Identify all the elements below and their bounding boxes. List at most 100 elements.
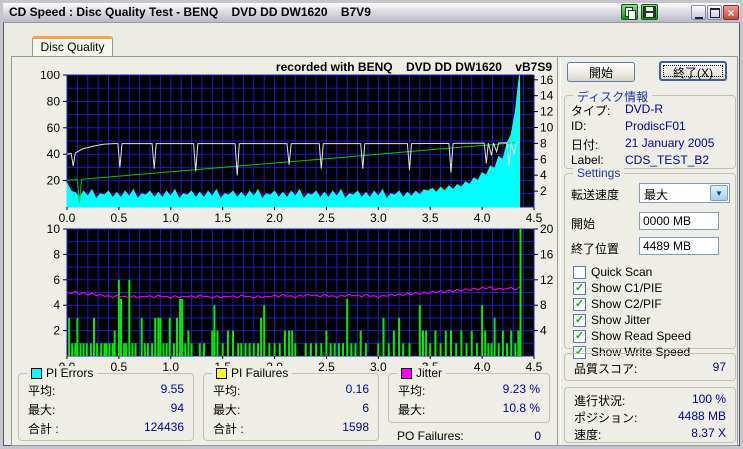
quality-score-row: 品質スコア: 97: [574, 360, 726, 377]
copy-button[interactable]: [621, 4, 638, 20]
speed-selected-value: 最大: [644, 188, 669, 202]
pi-failures-chart: 0.00.51.01.52.02.53.03.54.04.51086422016…: [47, 222, 554, 371]
svg-text:4: 4: [53, 298, 60, 312]
svg-text:4: 4: [540, 168, 547, 182]
stat-row: 平均: 9.23 %: [398, 382, 540, 398]
stat-row: 最大: 6: [213, 401, 369, 417]
checkbox-icon[interactable]: ✓: [573, 281, 586, 295]
panel-divider: [557, 57, 561, 445]
quality-score-value: 97: [712, 360, 726, 374]
svg-text:8: 8: [540, 136, 547, 150]
po-failures-row: PO Failures: 0: [397, 429, 541, 443]
svg-text:2: 2: [540, 184, 547, 198]
checkbox-icon[interactable]: [573, 265, 586, 279]
checkbox-show-c2-pif[interactable]: ✓ Show C2/PIF: [573, 297, 662, 311]
save-icon: [643, 6, 656, 18]
quality-score-box: 品質スコア: 97: [564, 353, 736, 381]
pi-failures-swatch: [216, 367, 227, 379]
svg-text:20: 20: [47, 174, 61, 188]
svg-text:10: 10: [47, 222, 61, 236]
maximize-button[interactable]: [707, 5, 722, 20]
end-position-field[interactable]: [639, 237, 719, 255]
svg-text:20: 20: [540, 222, 554, 236]
checkbox-icon[interactable]: ✓: [573, 313, 586, 327]
svg-text:0.5: 0.5: [111, 360, 128, 371]
close-icon: ×: [727, 5, 735, 20]
progress-value: 100 %: [691, 392, 726, 406]
settings-title: Settings: [573, 166, 625, 180]
svg-text:1.0: 1.0: [162, 360, 179, 371]
speed-select[interactable]: 最大 ▼: [639, 183, 730, 203]
position-row: ポジション: 4488 MB: [574, 409, 726, 425]
svg-text:8: 8: [540, 298, 547, 312]
svg-text:2: 2: [53, 324, 60, 338]
start-button[interactable]: 開始: [567, 62, 635, 82]
stat-row: 平均: 9.55: [28, 382, 184, 398]
svg-text:14: 14: [540, 89, 554, 103]
start-position-field[interactable]: [639, 212, 719, 230]
svg-text:12: 12: [540, 273, 554, 287]
svg-text:6: 6: [53, 273, 60, 287]
speed-label: 転送速度: [571, 188, 620, 202]
disc-date-value: 21 January 2005: [625, 136, 715, 150]
end-pos-label: 終了位置: [571, 242, 620, 256]
pi-errors-title: PI Errors: [46, 366, 94, 380]
pi-errors-stats-box: PI Errors 平均: 9.55 最大: 94 合計 :124436: [18, 366, 194, 441]
start-pos-label: 開始: [571, 217, 596, 231]
chevron-down-icon[interactable]: ▼: [710, 185, 728, 201]
stat-row: 合計 :124436: [28, 420, 184, 436]
disc-id-value: ProdiscF01: [625, 119, 686, 133]
svg-text:12: 12: [540, 105, 554, 119]
svg-text:2.5: 2.5: [318, 360, 335, 371]
exit-button[interactable]: 終了(X): [659, 61, 727, 81]
stat-row: 最大: 10.8 %: [398, 401, 540, 417]
pi-failures-stats-box: PI Failures 平均: 0.16 最大: 6 合計 :1598: [203, 366, 379, 441]
svg-text:40: 40: [47, 147, 61, 161]
speed-row: 速度: 8.37 X: [574, 426, 726, 442]
checkbox-show-jitter[interactable]: ✓ Show Jitter: [573, 313, 650, 327]
app-window: CD Speed : Disc Quality Test - BENQ DVD …: [0, 0, 743, 449]
title-bar[interactable]: CD Speed : Disc Quality Test - BENQ DVD …: [3, 3, 740, 23]
jitter-swatch: [401, 367, 412, 379]
settings-group: Settings 転送速度 最大 ▼ 開始 終了位置 Quick Scan ✓ …: [564, 166, 736, 359]
disc-info-group: ディスク情報 タイプ: DVD-R ID: ProdiscF01 日付: 21 …: [564, 88, 736, 169]
progress-row: 進行状況: 100 %: [574, 392, 726, 408]
checkbox-quick-scan[interactable]: Quick Scan: [573, 265, 652, 279]
pi-errors-chart: 0.0 0.5 1.0 1.5 2.0 2.5 3.0 3.5 4.0 4.51008060402…: [40, 71, 554, 223]
svg-text:3.0: 3.0: [370, 360, 387, 371]
stat-row: 合計 :1598: [213, 420, 369, 436]
position-value: 4488 MB: [677, 409, 726, 423]
progress-box: 進行状況: 100 % ポジション: 4488 MB 速度: 8.37 X: [564, 387, 736, 443]
disc-label-value: CDS_TEST_B2: [625, 153, 710, 167]
tab-label: Disc Quality: [40, 40, 105, 54]
maximize-icon: [709, 7, 720, 18]
svg-text:8: 8: [53, 247, 60, 261]
svg-text:60: 60: [47, 121, 61, 135]
pi-errors-swatch: [31, 367, 42, 379]
minimize-icon: [694, 9, 703, 19]
svg-text:16: 16: [540, 73, 554, 87]
svg-text:4.5: 4.5: [526, 360, 543, 371]
save-button[interactable]: [641, 4, 658, 20]
checkbox-show-read-speed[interactable]: ✓ Show Read Speed: [573, 329, 691, 343]
svg-text:4: 4: [540, 324, 547, 338]
svg-text:6: 6: [540, 152, 547, 166]
copy-icon: [624, 6, 636, 20]
svg-text:10: 10: [540, 120, 554, 134]
speed-value: 8.37 X: [691, 426, 726, 440]
checkbox-show-c1-pie[interactable]: ✓ Show C1/PIE: [573, 281, 662, 295]
checkbox-icon[interactable]: ✓: [573, 297, 586, 311]
svg-text:80: 80: [47, 94, 61, 108]
svg-text:100: 100: [40, 71, 60, 82]
window-title: CD Speed : Disc Quality Test - BENQ DVD …: [9, 5, 371, 19]
jitter-title: Jitter: [416, 366, 443, 380]
quality-score-label: 品質スコア:: [574, 362, 638, 376]
jitter-stats-box: Jitter 平均: 9.23 % 最大: 10.8 %: [388, 366, 550, 423]
minimize-button[interactable]: [691, 5, 706, 20]
pi-failures-title: PI Failures: [231, 366, 289, 380]
checkbox-icon[interactable]: ✓: [573, 329, 586, 343]
tab-page: recorded with BENQ DVD DD DW1620 vB7S9 0…: [11, 56, 738, 446]
close-button[interactable]: ×: [723, 5, 739, 20]
stat-row: 平均: 0.16: [213, 382, 369, 398]
stat-row: 最大: 94: [28, 401, 184, 417]
